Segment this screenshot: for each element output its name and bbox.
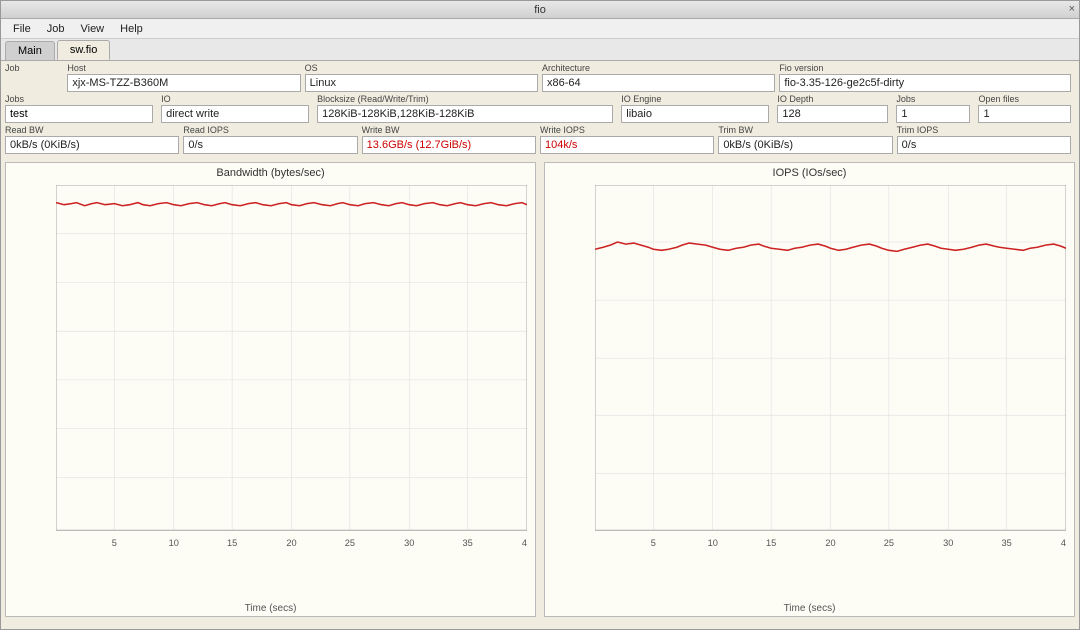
trim-bw-value: 0kB/s (0KiB/s) <box>718 136 892 154</box>
trim-iops-label: Trim IOPS <box>897 125 1071 135</box>
svg-text:25: 25 <box>884 538 894 548</box>
blocksize-label: Blocksize (Read/Write/Trim) <box>317 94 613 104</box>
svg-text:5: 5 <box>112 538 117 548</box>
arch-label: Architecture <box>542 63 775 73</box>
write-bw-label: Write BW <box>362 125 536 135</box>
charts-container: Bandwidth (bytes/sec) 14000M 12000M 1000… <box>1 158 1079 621</box>
menu-job[interactable]: Job <box>39 21 73 37</box>
bandwidth-chart-title: Bandwidth (bytes/sec) <box>6 163 535 181</box>
read-bw-label: Read BW <box>5 125 179 135</box>
svg-text:30: 30 <box>943 538 953 548</box>
tab-main[interactable]: Main <box>5 41 55 60</box>
bandwidth-x-axis-label: Time (secs) <box>6 603 535 616</box>
open-files-value: 1 <box>978 105 1071 123</box>
menu-file[interactable]: File <box>5 21 39 37</box>
info-section: Job Host xjx-MS-TZZ-B360M OS Linux Archi… <box>1 61 1079 158</box>
io-label: IO <box>161 94 309 104</box>
svg-text:5: 5 <box>651 538 656 548</box>
write-iops-value: 104k/s <box>540 136 714 154</box>
io-depth-label: IO Depth <box>777 94 888 104</box>
host-value: xjx-MS-TZZ-B360M <box>67 74 300 92</box>
menu-help[interactable]: Help <box>112 21 151 37</box>
read-iops-label: Read IOPS <box>183 125 357 135</box>
svg-text:10: 10 <box>169 538 179 548</box>
svg-text:10: 10 <box>708 538 718 548</box>
svg-text:20: 20 <box>825 538 835 548</box>
menu-view[interactable]: View <box>72 21 112 37</box>
os-label: OS <box>305 63 538 73</box>
iops-chart-title: IOPS (IOs/sec) <box>545 163 1074 181</box>
bandwidth-chart-area: 14000M 12000M 10000M 8000M 6000M 4000M 2… <box>6 181 535 603</box>
io-depth-value: 128 <box>777 105 888 123</box>
fio-version-value: fio-3.35-126-ge2c5f-dirty <box>779 74 1071 92</box>
write-iops-label: Write IOPS <box>540 125 714 135</box>
svg-text:40: 40 <box>1061 538 1066 548</box>
io-engine-value: libaio <box>621 105 769 123</box>
jobs-count-label: Jobs <box>896 94 970 104</box>
io-value: direct write <box>161 105 309 123</box>
iops-svg: 120K 100K 80K 60K 40K 20K 0 5 10 15 <box>595 185 1066 579</box>
svg-text:25: 25 <box>345 538 355 548</box>
iops-x-axis-label: Time (secs) <box>545 603 1074 616</box>
arch-value: x86-64 <box>542 74 775 92</box>
jobs-label: Jobs <box>5 94 153 104</box>
title-bar: fio × <box>1 1 1079 19</box>
job-value <box>5 74 63 92</box>
trim-bw-label: Trim BW <box>718 125 892 135</box>
svg-text:30: 30 <box>404 538 414 548</box>
svg-text:15: 15 <box>766 538 776 548</box>
iops-chart: IOPS (IOs/sec) 120K 100K 80K 60K 40K 20K… <box>544 162 1075 617</box>
jobs-count-value: 1 <box>896 105 970 123</box>
svg-text:20: 20 <box>286 538 296 548</box>
read-bw-value: 0kB/s (0KiB/s) <box>5 136 179 154</box>
job-label: Job <box>5 63 63 73</box>
tab-sw-fio[interactable]: sw.fio <box>57 40 111 60</box>
trim-iops-value: 0/s <box>897 136 1071 154</box>
bandwidth-chart: Bandwidth (bytes/sec) 14000M 12000M 1000… <box>5 162 536 617</box>
io-engine-label: IO Engine <box>621 94 769 104</box>
read-iops-value: 0/s <box>183 136 357 154</box>
jobs-select[interactable]: test <box>5 105 153 123</box>
svg-text:35: 35 <box>1001 538 1011 548</box>
write-bw-value: 13.6GB/s (12.7GiB/s) <box>362 136 536 154</box>
svg-text:15: 15 <box>227 538 237 548</box>
blocksize-value: 128KiB-128KiB,128KiB-128KiB <box>317 105 613 123</box>
bandwidth-svg: 14000M 12000M 10000M 8000M 6000M 4000M 2… <box>56 185 527 579</box>
fio-version-label: Fio version <box>779 63 1071 73</box>
iops-chart-area: 120K 100K 80K 60K 40K 20K 0 5 10 15 <box>545 181 1074 603</box>
close-button[interactable]: × <box>1069 3 1075 15</box>
open-files-label: Open files <box>978 94 1071 104</box>
host-label: Host <box>67 63 300 73</box>
svg-text:35: 35 <box>462 538 472 548</box>
os-value: Linux <box>305 74 538 92</box>
tab-bar: Main sw.fio <box>1 39 1079 61</box>
app-title: fio <box>534 4 546 16</box>
menu-bar: File Job View Help <box>1 19 1079 39</box>
svg-text:40: 40 <box>522 538 527 548</box>
